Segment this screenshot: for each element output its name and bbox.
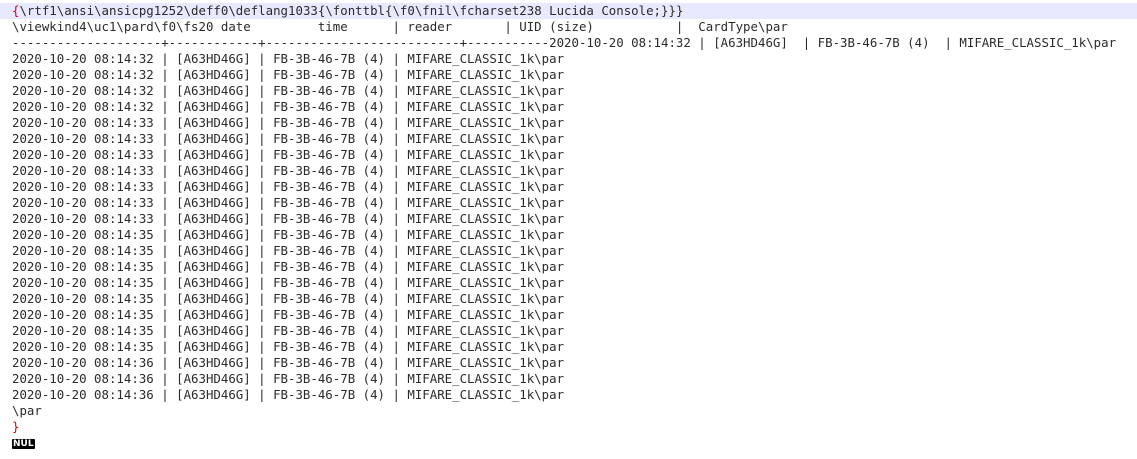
log-row-text: 2020-10-20 08:14:36 | [A63HD46G] | FB-3B…: [12, 371, 565, 386]
log-row[interactable]: 2020-10-20 08:14:35 | [A63HD46G] | FB-3B…: [0, 227, 1137, 243]
par-text: \par: [12, 403, 42, 418]
editor-line-2[interactable]: \viewkind4\uc1\pard\f0\fs20 date time | …: [0, 19, 1137, 35]
log-row[interactable]: 2020-10-20 08:14:36 | [A63HD46G] | FB-3B…: [0, 371, 1137, 387]
log-row-text: 2020-10-20 08:14:33 | [A63HD46G] | FB-3B…: [12, 115, 565, 130]
log-row[interactable]: 2020-10-20 08:14:36 | [A63HD46G] | FB-3B…: [0, 355, 1137, 371]
log-row[interactable]: 2020-10-20 08:14:32 | [A63HD46G] | FB-3B…: [0, 51, 1137, 67]
rtf-header-text: \rtf1\ansi\ansicpg1252\deff0\deflang1033…: [19, 3, 676, 18]
log-row-text: 2020-10-20 08:14:35 | [A63HD46G] | FB-3B…: [12, 227, 565, 242]
log-row-text: 2020-10-20 08:14:32 | [A63HD46G] | FB-3B…: [12, 83, 565, 98]
editor-line-nul[interactable]: NUL: [0, 435, 1137, 451]
column-header-text: \viewkind4\uc1\pard\f0\fs20 date time | …: [12, 19, 788, 34]
log-row-text: 2020-10-20 08:14:33 | [A63HD46G] | FB-3B…: [12, 195, 565, 210]
log-row-text: 2020-10-20 08:14:33 | [A63HD46G] | FB-3B…: [12, 211, 565, 226]
log-row[interactable]: 2020-10-20 08:14:32 | [A63HD46G] | FB-3B…: [0, 83, 1137, 99]
log-row[interactable]: 2020-10-20 08:14:36 | [A63HD46G] | FB-3B…: [0, 387, 1137, 403]
log-row-text: 2020-10-20 08:14:35 | [A63HD46G] | FB-3B…: [12, 339, 565, 354]
log-row-text: 2020-10-20 08:14:33 | [A63HD46G] | FB-3B…: [12, 147, 565, 162]
log-row[interactable]: 2020-10-20 08:14:33 | [A63HD46G] | FB-3B…: [0, 115, 1137, 131]
text-editor[interactable]: {\rtf1\ansi\ansicpg1252\deff0\deflang103…: [0, 0, 1137, 459]
log-row-text: 2020-10-20 08:14:36 | [A63HD46G] | FB-3B…: [12, 355, 565, 370]
log-row[interactable]: 2020-10-20 08:14:33 | [A63HD46G] | FB-3B…: [0, 131, 1137, 147]
separator-text: --------------------+------------+------…: [12, 35, 1117, 50]
log-row[interactable]: 2020-10-20 08:14:35 | [A63HD46G] | FB-3B…: [0, 275, 1137, 291]
log-row-text: 2020-10-20 08:14:35 | [A63HD46G] | FB-3B…: [12, 259, 565, 274]
editor-line-3[interactable]: --------------------+------------+------…: [0, 35, 1137, 51]
log-row-text: 2020-10-20 08:14:35 | [A63HD46G] | FB-3B…: [12, 307, 565, 322]
log-row[interactable]: 2020-10-20 08:14:35 | [A63HD46G] | FB-3B…: [0, 339, 1137, 355]
log-row[interactable]: 2020-10-20 08:14:35 | [A63HD46G] | FB-3B…: [0, 259, 1137, 275]
rtf-header-suffix: }: [675, 3, 684, 18]
editor-line-par[interactable]: \par: [0, 403, 1137, 419]
log-row-text: 2020-10-20 08:14:32 | [A63HD46G] | FB-3B…: [12, 67, 565, 82]
log-row-text: 2020-10-20 08:14:35 | [A63HD46G] | FB-3B…: [12, 243, 565, 258]
log-row[interactable]: 2020-10-20 08:14:33 | [A63HD46G] | FB-3B…: [0, 179, 1137, 195]
editor-line-1[interactable]: {\rtf1\ansi\ansicpg1252\deff0\deflang103…: [0, 3, 1137, 19]
log-row-text: 2020-10-20 08:14:32 | [A63HD46G] | FB-3B…: [12, 99, 565, 114]
log-row[interactable]: 2020-10-20 08:14:33 | [A63HD46G] | FB-3B…: [0, 163, 1137, 179]
log-row-text: 2020-10-20 08:14:33 | [A63HD46G] | FB-3B…: [12, 179, 565, 194]
log-row[interactable]: 2020-10-20 08:14:33 | [A63HD46G] | FB-3B…: [0, 211, 1137, 227]
close-brace: }: [12, 419, 20, 434]
log-row-text: 2020-10-20 08:14:33 | [A63HD46G] | FB-3B…: [12, 131, 565, 146]
log-row[interactable]: 2020-10-20 08:14:35 | [A63HD46G] | FB-3B…: [0, 323, 1137, 339]
log-row-text: 2020-10-20 08:14:33 | [A63HD46G] | FB-3B…: [12, 163, 565, 178]
log-row[interactable]: 2020-10-20 08:14:35 | [A63HD46G] | FB-3B…: [0, 307, 1137, 323]
log-row[interactable]: 2020-10-20 08:14:35 | [A63HD46G] | FB-3B…: [0, 243, 1137, 259]
log-row-text: 2020-10-20 08:14:36 | [A63HD46G] | FB-3B…: [12, 387, 565, 402]
log-row-text: 2020-10-20 08:14:35 | [A63HD46G] | FB-3B…: [12, 275, 565, 290]
log-row[interactable]: 2020-10-20 08:14:32 | [A63HD46G] | FB-3B…: [0, 99, 1137, 115]
nul-marker: NUL: [12, 439, 35, 449]
log-row-text: 2020-10-20 08:14:32 | [A63HD46G] | FB-3B…: [12, 51, 565, 66]
log-row[interactable]: 2020-10-20 08:14:33 | [A63HD46G] | FB-3B…: [0, 147, 1137, 163]
editor-line-close[interactable]: }: [0, 419, 1137, 435]
log-row[interactable]: 2020-10-20 08:14:32 | [A63HD46G] | FB-3B…: [0, 67, 1137, 83]
log-row-text: 2020-10-20 08:14:35 | [A63HD46G] | FB-3B…: [12, 323, 565, 338]
log-row-text: 2020-10-20 08:14:35 | [A63HD46G] | FB-3B…: [12, 291, 565, 306]
log-row[interactable]: 2020-10-20 08:14:33 | [A63HD46G] | FB-3B…: [0, 195, 1137, 211]
log-row[interactable]: 2020-10-20 08:14:35 | [A63HD46G] | FB-3B…: [0, 291, 1137, 307]
